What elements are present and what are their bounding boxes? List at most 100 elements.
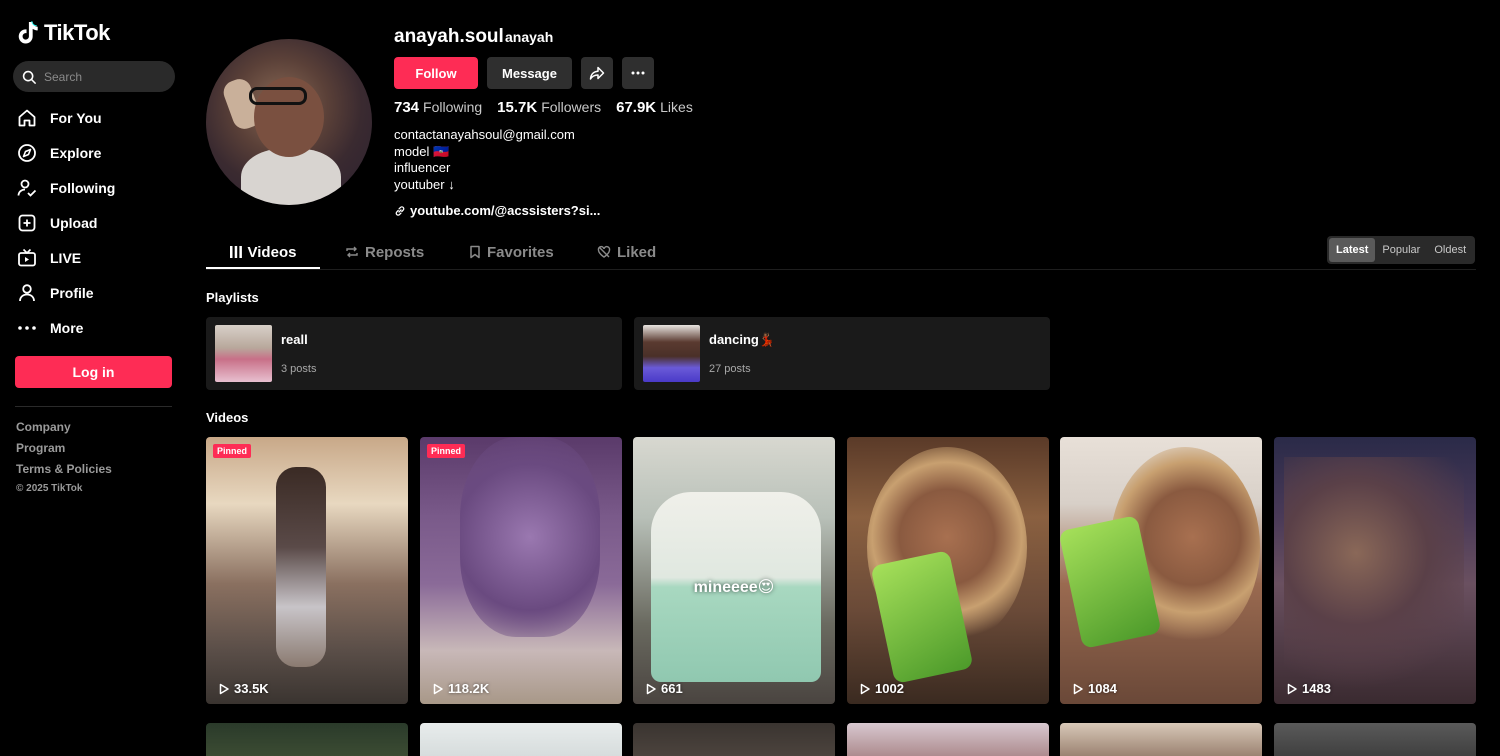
video-card[interactable] (420, 723, 622, 756)
stat-label: Likes (660, 99, 693, 115)
footer-link-terms[interactable]: Terms & Policies (16, 462, 112, 483)
stat-value: 734 (394, 99, 420, 116)
follow-button[interactable]: Follow (394, 57, 478, 89)
sidebar-nav: For You Explore Following Upload LIVE Pr… (17, 100, 115, 345)
sidebar-divider (15, 406, 172, 407)
search-input[interactable] (44, 69, 164, 84)
tab-label: Videos (247, 243, 297, 261)
playlist-count: 3 posts (281, 363, 317, 375)
play-icon (860, 683, 870, 694)
playlist-thumbnail (215, 325, 272, 382)
pinned-badge: Pinned (213, 444, 252, 458)
video-card[interactable]: 1084 (1060, 437, 1262, 704)
profile-link-text: youtube.com/@acssisters?si... (410, 203, 601, 218)
sidebar-item-explore[interactable]: Explore (17, 135, 115, 170)
tab-liked[interactable]: Liked (597, 236, 656, 268)
stat-value: 67.9K (616, 99, 657, 116)
sidebar-item-upload[interactable]: Upload (17, 205, 115, 240)
more-options-button[interactable] (622, 57, 654, 89)
video-card[interactable] (206, 723, 408, 756)
sidebar-item-label: For You (50, 109, 102, 126)
tiktok-logo[interactable]: TikTok (18, 20, 110, 46)
tab-reposts[interactable]: Reposts (345, 236, 445, 268)
tab-favorites[interactable]: Favorites (469, 236, 573, 268)
stat-value: 15.7K (497, 99, 538, 116)
search-box[interactable] (13, 61, 175, 92)
view-count: 33.5K (218, 681, 269, 696)
playlist-name: reall (281, 332, 308, 347)
tab-label: Favorites (487, 243, 554, 261)
tab-label: Liked (617, 243, 657, 261)
sort-oldest[interactable]: Oldest (1427, 238, 1473, 262)
sidebar-item-label: Following (50, 179, 116, 196)
video-card[interactable] (1274, 723, 1476, 756)
sidebar-item-more[interactable]: More (17, 310, 115, 345)
view-count-value: 1483 (1302, 681, 1331, 696)
footer-link-program[interactable]: Program (16, 441, 112, 462)
avatar[interactable] (206, 39, 372, 205)
playlist-card[interactable]: reall 3 posts (206, 317, 622, 390)
repost-icon (346, 246, 358, 258)
heart-slash-icon (597, 245, 611, 258)
view-count-value: 33.5K (234, 681, 269, 696)
sidebar-item-label: Explore (50, 144, 102, 161)
sidebar-item-label: More (50, 319, 84, 336)
link-icon (395, 205, 405, 216)
more-dots-icon (631, 71, 645, 75)
sidebar-item-for-you[interactable]: For You (17, 100, 115, 135)
view-count: 1483 (1286, 681, 1331, 696)
sidebar-item-label: Upload (50, 214, 98, 231)
stat-label: Followers (541, 99, 602, 115)
profile-actions: Follow Message (394, 57, 654, 89)
view-count: 661 (645, 681, 683, 696)
login-button[interactable]: Log in (15, 356, 172, 388)
sort-latest[interactable]: Latest (1329, 238, 1376, 262)
view-count-value: 661 (661, 681, 683, 696)
video-card[interactable]: 1002 (847, 437, 1049, 704)
sidebar-item-live[interactable]: LIVE (17, 240, 115, 275)
user-follow-icon (17, 179, 37, 197)
view-count: 1084 (1072, 681, 1117, 696)
pinned-badge: Pinned (427, 444, 466, 458)
stat-likes: 67.9K Likes (616, 99, 693, 116)
share-icon (589, 66, 605, 80)
sort-popular[interactable]: Popular (1375, 238, 1427, 262)
view-count-value: 1084 (1088, 681, 1117, 696)
playlists-title: Playlists (206, 290, 259, 305)
share-button[interactable] (581, 57, 613, 89)
profile-nickname: anayah (505, 29, 554, 45)
tab-videos[interactable]: Videos (206, 236, 320, 268)
message-button[interactable]: Message (487, 57, 572, 89)
profile-link[interactable]: youtube.com/@acssisters?si... (394, 203, 600, 218)
video-card[interactable] (1060, 723, 1262, 756)
view-count-value: 1002 (875, 681, 904, 696)
view-count-value: 118.2K (448, 681, 490, 696)
video-card[interactable]: 1483 (1274, 437, 1476, 704)
playlist-card[interactable]: dancing💃🏾 27 posts (634, 317, 1050, 390)
bookmark-icon (470, 245, 480, 259)
video-card[interactable]: mineeee😍 661 (633, 437, 835, 704)
playlist-name: dancing💃🏾 (709, 332, 776, 347)
sidebar-item-label: Profile (50, 284, 94, 301)
play-icon (1287, 683, 1297, 694)
sidebar: TikTok For You Explore Following (0, 0, 190, 756)
sidebar-item-profile[interactable]: Profile (17, 275, 115, 310)
view-count: 1002 (859, 681, 904, 696)
video-caption: mineeee😍 (693, 579, 775, 596)
video-card[interactable] (847, 723, 1049, 756)
playlist-count: 27 posts (709, 363, 751, 375)
bio-line: youtuber ↓ (394, 176, 455, 192)
sidebar-item-following[interactable]: Following (17, 170, 115, 205)
video-card[interactable] (633, 723, 835, 756)
search-icon (22, 70, 36, 84)
bio-line: model 🇭🇹 (394, 143, 450, 159)
sort-toggle: Latest Popular Oldest (1327, 236, 1475, 264)
plus-square-icon (18, 214, 36, 231)
video-card[interactable]: Pinned 118.2K (420, 437, 622, 704)
video-card[interactable]: Pinned 33.5K (206, 437, 408, 704)
compass-icon (18, 143, 36, 162)
stat-following[interactable]: 734 Following (394, 99, 482, 116)
stat-followers[interactable]: 15.7K Followers (497, 99, 601, 116)
footer-link-company[interactable]: Company (16, 420, 112, 441)
stat-label: Following (423, 99, 483, 115)
